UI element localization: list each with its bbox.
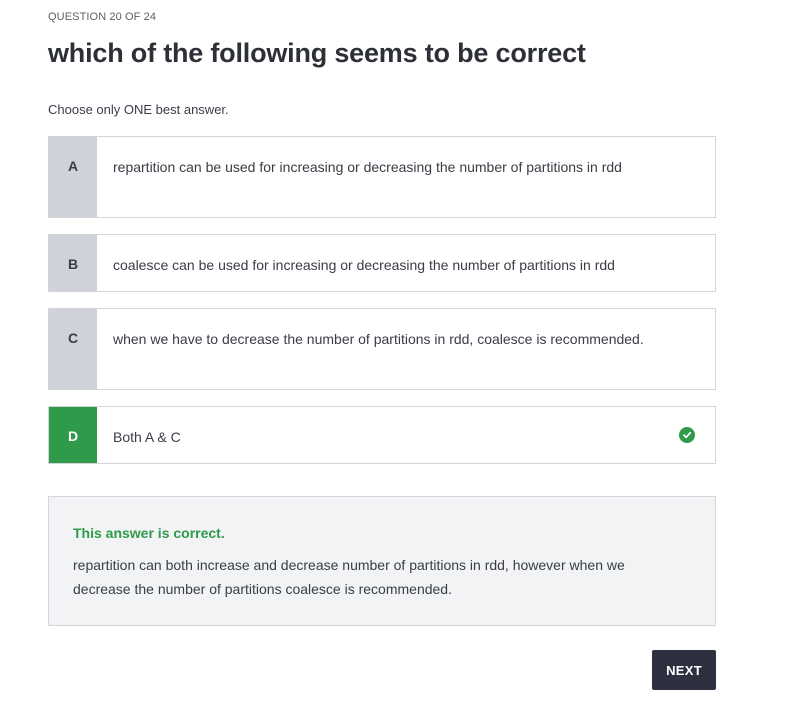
option-b[interactable]: B coalesce can be used for increasing or… bbox=[48, 234, 716, 292]
option-text: Both A & C bbox=[113, 429, 181, 445]
option-letter: C bbox=[49, 309, 97, 389]
option-letter: D bbox=[49, 407, 97, 463]
question-counter: QUESTION 20 OF 24 bbox=[48, 11, 157, 23]
next-button[interactable]: NEXT bbox=[652, 650, 716, 690]
option-text: coalesce can be used for increasing or d… bbox=[113, 257, 615, 273]
option-text: when we have to decrease the number of p… bbox=[113, 331, 644, 347]
option-d[interactable]: D Both A & C bbox=[48, 406, 716, 464]
option-letter: A bbox=[49, 137, 97, 217]
feedback-title: This answer is correct. bbox=[73, 525, 225, 541]
option-c[interactable]: C when we have to decrease the number of… bbox=[48, 308, 716, 390]
option-text: repartition can be used for increasing o… bbox=[113, 159, 622, 175]
instruction-text: Choose only ONE best answer. bbox=[48, 102, 229, 117]
question-title: which of the following seems to be corre… bbox=[48, 38, 586, 68]
feedback-panel: This answer is correct. repartition can … bbox=[48, 496, 716, 626]
check-circle-icon bbox=[679, 427, 695, 443]
feedback-explanation: repartition can both increase and decrea… bbox=[73, 557, 625, 597]
option-a[interactable]: A repartition can be used for increasing… bbox=[48, 136, 716, 218]
option-letter: B bbox=[49, 235, 97, 291]
